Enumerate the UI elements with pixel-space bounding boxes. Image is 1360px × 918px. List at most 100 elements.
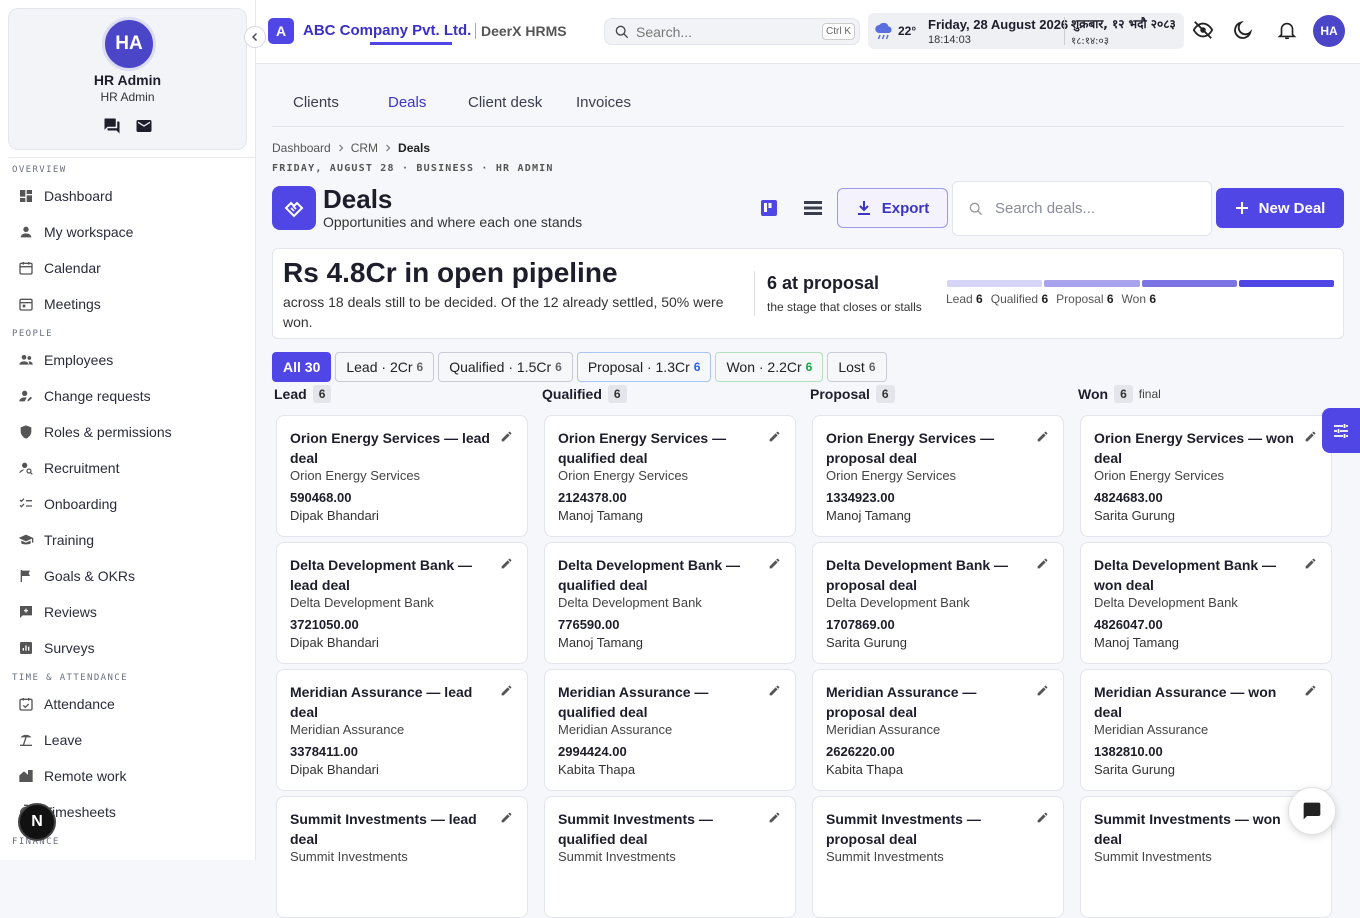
breadcrumb-crm[interactable]: CRM bbox=[351, 141, 378, 155]
edit-icon[interactable] bbox=[1036, 811, 1049, 829]
sidebar-item-reviews[interactable]: Reviews bbox=[18, 600, 97, 624]
moon-icon[interactable] bbox=[1232, 19, 1254, 46]
sidebar-item-change-requests[interactable]: Change requests bbox=[18, 384, 151, 408]
sidebar-item-onboarding[interactable]: Onboarding bbox=[18, 492, 117, 516]
deal-amount: 2124378.00 bbox=[558, 490, 627, 505]
sidebar-item-meetings[interactable]: Meetings bbox=[18, 292, 101, 316]
deal-card[interactable]: Orion Energy Services — qualified deal Or… bbox=[544, 415, 796, 537]
edit-icon[interactable] bbox=[500, 557, 513, 575]
filter-chip-won[interactable]: Won · 2.2Cr 6 bbox=[715, 352, 824, 382]
deal-card[interactable]: Summit Investments — lead deal Summit Inv… bbox=[276, 796, 528, 918]
edit-icon[interactable] bbox=[1304, 557, 1317, 575]
sidebar-item-dashboard[interactable]: Dashboard bbox=[18, 184, 113, 208]
chevron-left-icon bbox=[252, 33, 257, 41]
user-avatar-button[interactable]: HA bbox=[1313, 15, 1345, 47]
deal-card[interactable]: Orion Energy Services — lead deal Orion E… bbox=[276, 415, 528, 537]
mail-icon[interactable] bbox=[135, 117, 153, 140]
deal-card[interactable]: Meridian Assurance — lead deal Meridian A… bbox=[276, 669, 528, 791]
sidebar-item-training[interactable]: Training bbox=[18, 528, 94, 552]
chat-support-button[interactable] bbox=[1288, 787, 1336, 835]
export-button[interactable]: Export bbox=[837, 188, 948, 228]
sidebar-item-my-workspace[interactable]: My workspace bbox=[18, 220, 133, 244]
section-people: PEOPLE bbox=[12, 329, 53, 339]
filter-panel-button[interactable] bbox=[1322, 408, 1360, 453]
sidebar-item-surveys[interactable]: Surveys bbox=[18, 636, 95, 660]
collapse-sidebar-button[interactable] bbox=[244, 26, 266, 48]
company-logo: A bbox=[268, 18, 294, 44]
edit-icon[interactable] bbox=[500, 684, 513, 702]
sidebar-item-recruitment[interactable]: Recruitment bbox=[18, 456, 119, 480]
breadcrumb-dashboard[interactable]: Dashboard bbox=[272, 141, 331, 155]
deal-owner: Manoj Tamang bbox=[558, 635, 644, 650]
stage-bar-segment bbox=[1044, 280, 1140, 287]
deal-title: Orion Energy Services — won deal bbox=[1094, 430, 1294, 466]
stage-legend: Lead 6 Qualified 6 Proposal 6 Won 6 bbox=[946, 292, 1156, 306]
eye-off-icon[interactable] bbox=[1192, 19, 1214, 46]
deal-card[interactable]: Orion Energy Services — proposal deal Ori… bbox=[812, 415, 1064, 537]
stage-legend-item: Proposal 6 bbox=[1056, 292, 1114, 306]
list-view-button[interactable] bbox=[801, 196, 825, 220]
tab-deals[interactable]: Deals bbox=[388, 94, 426, 111]
filter-chip-lead[interactable]: Lead · 2Cr 6 bbox=[335, 352, 435, 382]
edit-icon[interactable] bbox=[768, 684, 781, 702]
deal-client: Delta Development Bank bbox=[290, 595, 434, 610]
deal-card[interactable]: Orion Energy Services — won deal Orion En… bbox=[1080, 415, 1332, 537]
avatar[interactable]: HA bbox=[102, 17, 156, 71]
deal-search-placeholder: Search deals... bbox=[995, 200, 1096, 217]
edit-icon[interactable] bbox=[1304, 430, 1317, 448]
deal-client: Meridian Assurance bbox=[558, 722, 673, 737]
sidebar-item-goals-okrs[interactable]: Goals & OKRs bbox=[18, 564, 135, 588]
sidebar-item-calendar[interactable]: Calendar bbox=[18, 256, 101, 280]
tab-client-desk[interactable]: Client desk bbox=[468, 94, 542, 111]
tab-invoices[interactable]: Invoices bbox=[576, 94, 631, 111]
deal-card[interactable]: Summit Investments — qualified deal Summi… bbox=[544, 796, 796, 918]
deal-client: Orion Energy Services bbox=[826, 468, 957, 483]
deal-card[interactable]: Meridian Assurance — won deal Meridian As… bbox=[1080, 669, 1332, 791]
deal-card[interactable]: Delta Development Bank — lead deal Delta … bbox=[276, 542, 528, 664]
temperature: 22° bbox=[898, 24, 917, 38]
kanban-view-button[interactable] bbox=[757, 196, 781, 220]
edit-icon[interactable] bbox=[1036, 430, 1049, 448]
edit-icon[interactable] bbox=[500, 811, 513, 829]
filter-chip-qualified[interactable]: Qualified · 1.5Cr 6 bbox=[438, 352, 573, 382]
sidebar-item-remote-work[interactable]: Remote work bbox=[18, 764, 126, 788]
edit-icon[interactable] bbox=[1036, 684, 1049, 702]
deal-search-input[interactable]: Search deals... bbox=[952, 181, 1212, 236]
sidebar-item-leave[interactable]: Leave bbox=[18, 728, 82, 752]
sidebar-item-label: Onboarding bbox=[44, 496, 118, 512]
edit-icon[interactable] bbox=[768, 557, 781, 575]
deal-card[interactable]: Summit Investments — proposal deal Summit… bbox=[812, 796, 1064, 918]
sidebar-item-attendance[interactable]: Attendance bbox=[18, 692, 115, 716]
deal-client: Delta Development Bank bbox=[1094, 595, 1238, 610]
edit-icon[interactable] bbox=[768, 430, 781, 448]
sidebar-item-label: Calendar bbox=[44, 260, 101, 276]
filter-chip-lost[interactable]: Lost 6 bbox=[827, 352, 887, 382]
chat-icon[interactable] bbox=[103, 117, 121, 140]
deal-title: Delta Development Bank — qualified deal bbox=[558, 557, 741, 593]
filter-chip-all[interactable]: All 30 bbox=[272, 352, 332, 382]
global-search[interactable]: Search... Ctrl K bbox=[604, 18, 860, 45]
deal-card[interactable]: Meridian Assurance — qualified deal Merid… bbox=[544, 669, 796, 791]
deal-title: Delta Development Bank — lead deal bbox=[290, 557, 473, 593]
filter-chip-proposal[interactable]: Proposal · 1.3Cr 6 bbox=[576, 352, 712, 382]
search-icon bbox=[969, 202, 983, 216]
deal-card[interactable]: Delta Development Bank — qualified deal D… bbox=[544, 542, 796, 664]
deal-title: Meridian Assurance — won deal bbox=[1094, 684, 1277, 720]
sidebar-item-roles-permissions[interactable]: Roles & permissions bbox=[18, 420, 172, 444]
deal-card[interactable]: Meridian Assurance — proposal deal Meridi… bbox=[812, 669, 1064, 791]
edit-icon[interactable] bbox=[1036, 557, 1049, 575]
edit-icon[interactable] bbox=[1304, 684, 1317, 702]
export-label: Export bbox=[881, 199, 930, 217]
deal-card[interactable]: Delta Development Bank — won deal Delta D… bbox=[1080, 542, 1332, 664]
next-badge[interactable]: N bbox=[18, 803, 56, 841]
tab-clients[interactable]: Clients bbox=[293, 94, 339, 111]
new-deal-button[interactable]: New Deal bbox=[1216, 188, 1344, 228]
edit-icon[interactable] bbox=[768, 811, 781, 829]
edit-icon[interactable] bbox=[500, 430, 513, 448]
deal-title: Orion Energy Services — proposal deal bbox=[826, 430, 995, 466]
bell-icon[interactable] bbox=[1276, 19, 1298, 46]
deal-client: Meridian Assurance bbox=[290, 722, 405, 737]
sidebar-item-employees[interactable]: Employees bbox=[18, 348, 113, 372]
deal-card[interactable]: Delta Development Bank — proposal deal De… bbox=[812, 542, 1064, 664]
column-header-lead: Lead 6 bbox=[274, 385, 332, 403]
